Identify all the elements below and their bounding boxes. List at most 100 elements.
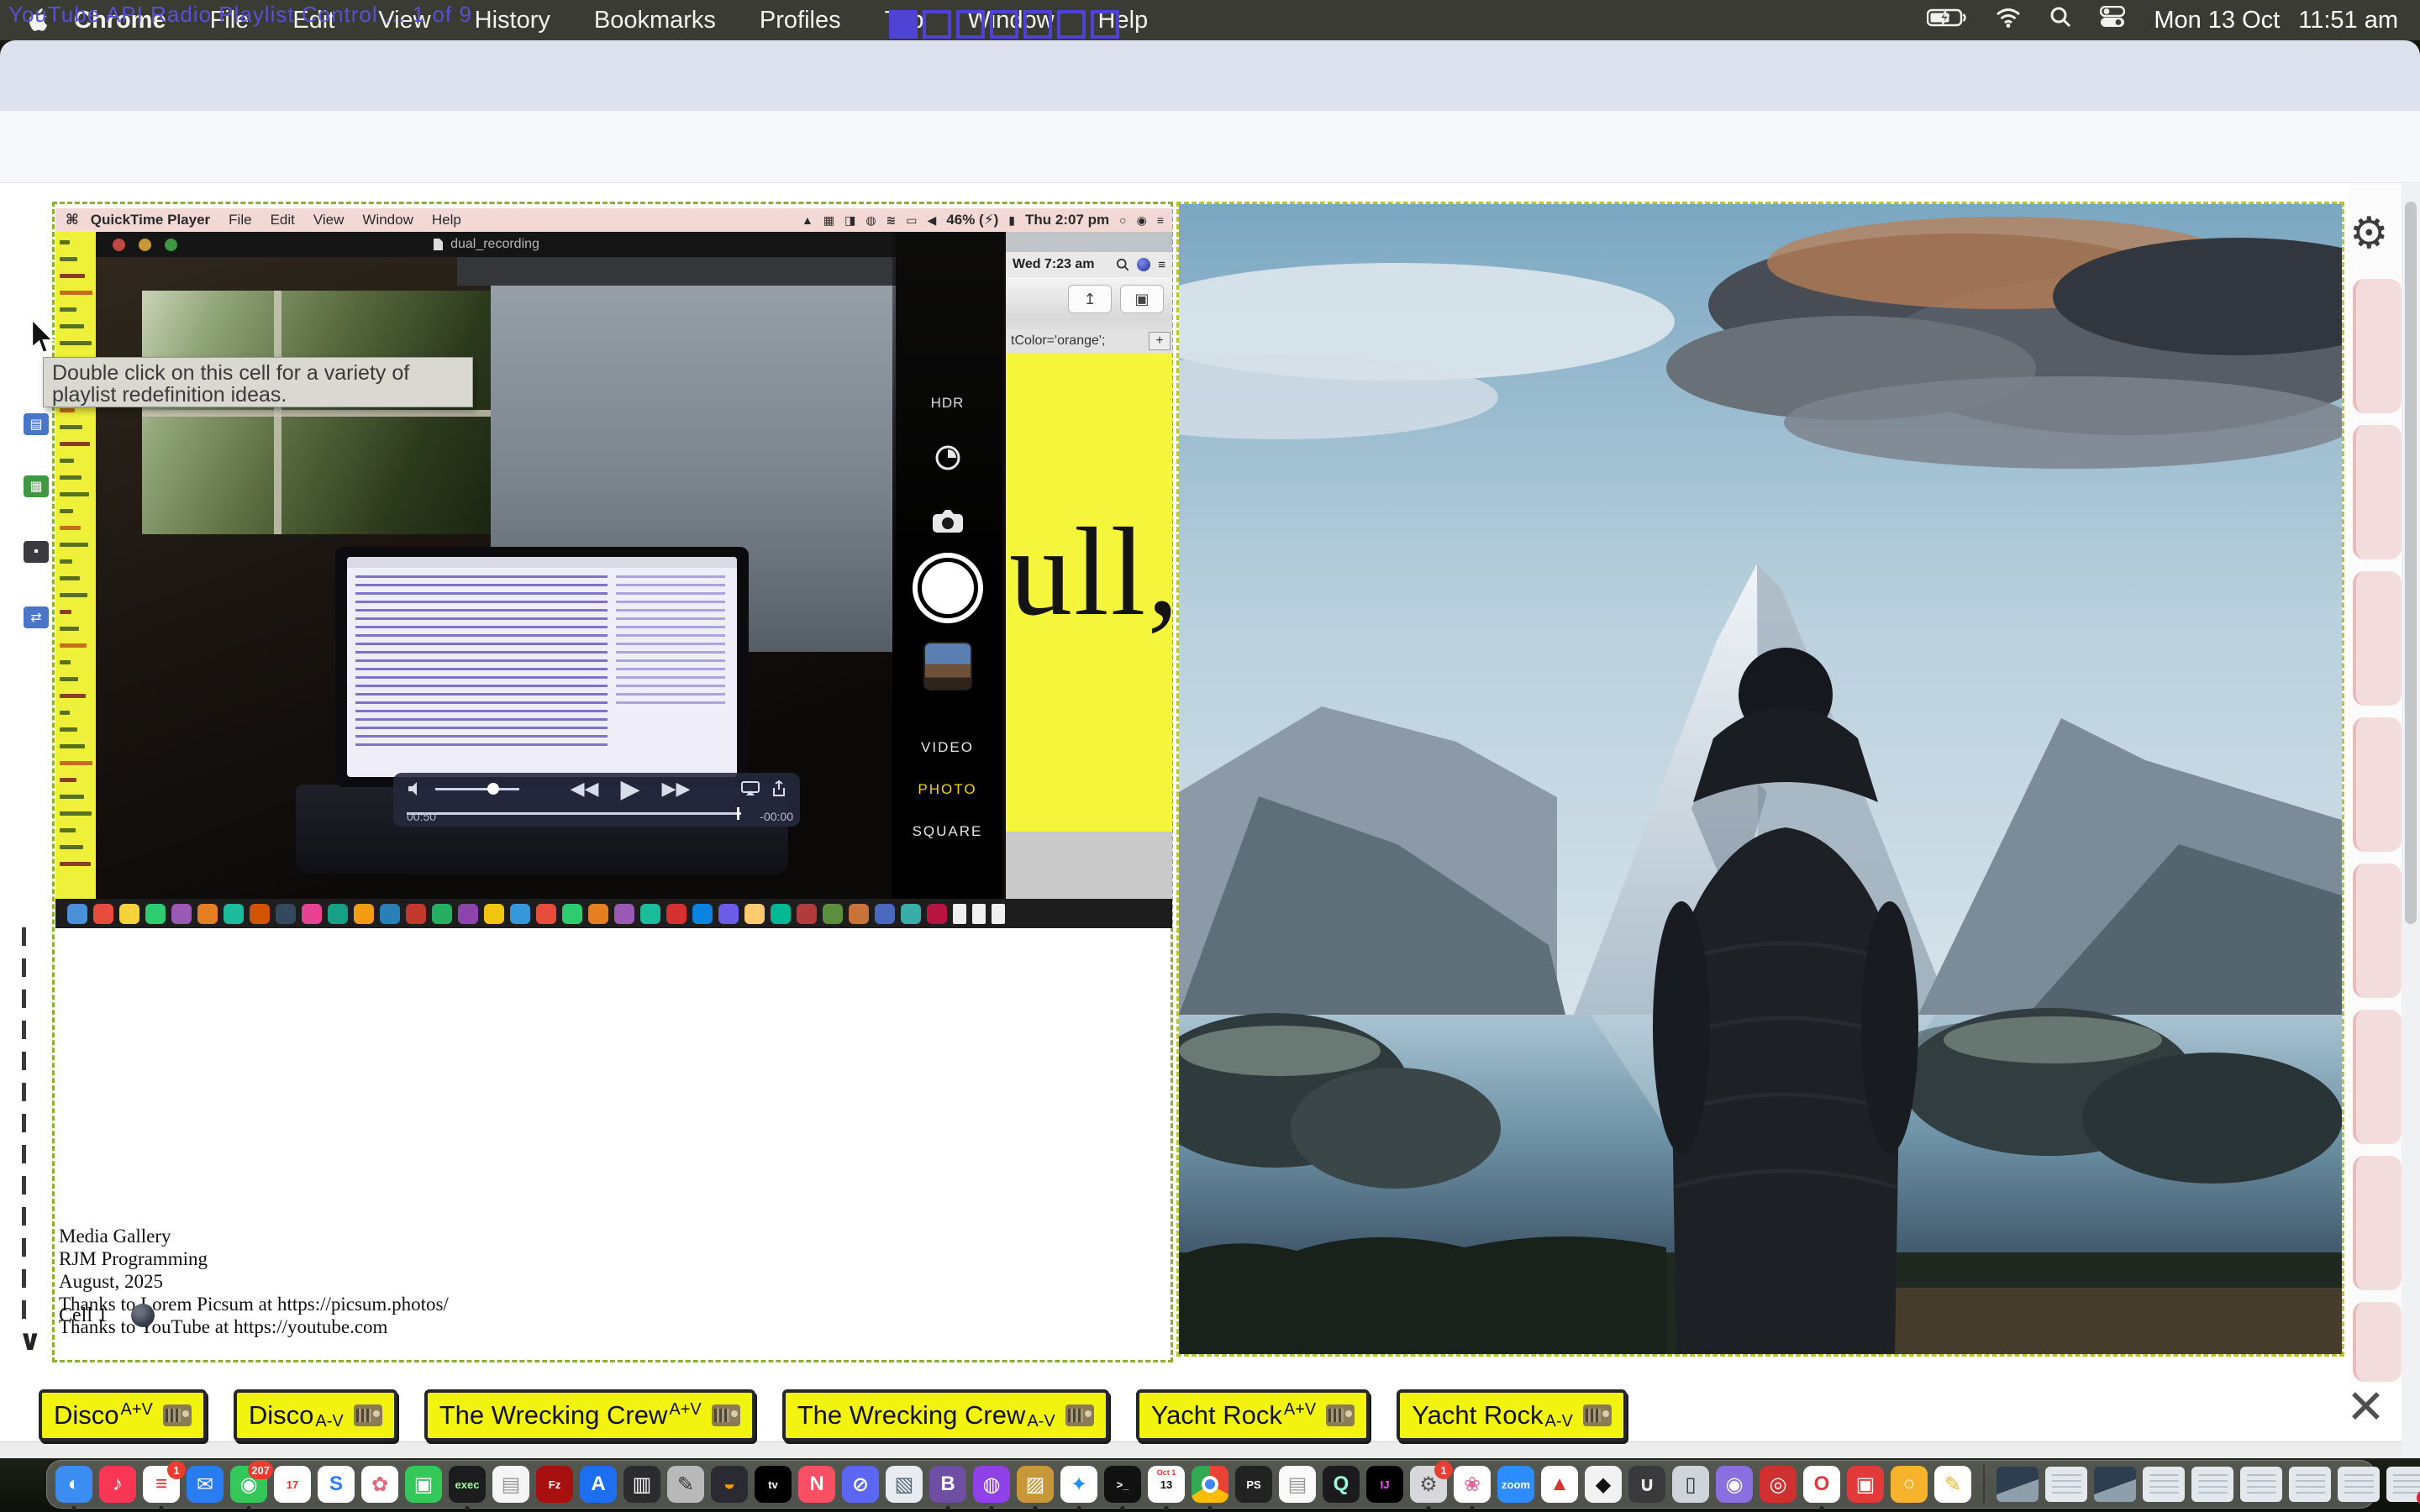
play-button[interactable]: ▶ [620,774,639,804]
dock-icon[interactable]: ♪ [99,1466,136,1503]
dock-icon[interactable]: ▥ [623,1466,660,1503]
wifi-icon[interactable] [1996,7,2021,34]
pink-list-item[interactable] [2353,1156,2402,1290]
dock-icon[interactable]: zoom [1497,1466,1534,1503]
pink-list-item[interactable] [2353,1302,2402,1382]
dock-icon[interactable]: ◍ [973,1466,1010,1503]
rewind-button[interactable]: ◀◀ [571,778,599,800]
dock-icon[interactable]: ✎ [667,1466,704,1503]
playlist-button-yacht-rock-a+v[interactable]: Yacht RockA+V [1136,1389,1370,1441]
dock-icon[interactable]: ▤ [492,1466,529,1503]
scrollbar-thumb[interactable] [2405,202,2417,924]
media-cell-2-photo[interactable] [1176,202,2344,1357]
dock-icon[interactable]: ▣ [405,1466,442,1503]
flip-camera-icon[interactable] [931,509,965,538]
dock-icon[interactable]: ▣ [1847,1466,1884,1503]
dock-icon[interactable]: ○ [1891,1466,1928,1503]
dock-icon[interactable]: N [798,1466,835,1503]
dock-icon[interactable]: ▧ [886,1466,923,1503]
last-photo-thumbnail[interactable] [923,642,972,690]
airplay-icon[interactable] [741,781,760,796]
dock-icon[interactable]: tv [755,1466,792,1503]
volume-icon[interactable] [407,780,424,797]
minimized-window-thumbnail[interactable] [2338,1467,2380,1502]
pink-list-item[interactable] [2353,1010,2402,1144]
dock-icon[interactable]: ▲ [1541,1466,1578,1503]
menu-bar-date[interactable]: Mon 13 Oct [2154,7,2280,34]
dock-icon[interactable]: Fz [536,1466,573,1503]
dock-icon[interactable]: 17 [274,1466,311,1503]
dock-icon[interactable]: ◎ [1760,1466,1797,1503]
dock-icon[interactable]: IJ [1366,1466,1403,1503]
moon-face-icon[interactable] [131,1304,155,1327]
dock-icon[interactable]: ◐ [55,1466,92,1503]
dock-icon[interactable]: >_ [1104,1466,1141,1503]
dock-icon[interactable]: ✦ [1060,1466,1097,1503]
search-icon[interactable] [2049,6,2071,34]
dock-icon[interactable]: ≡1 [143,1466,180,1503]
dock-icon[interactable]: ◉207 [230,1466,267,1503]
minimized-window-thumbnail[interactable] [1996,1467,2039,1502]
dock-icon[interactable]: O [1803,1466,1840,1503]
mode-video[interactable]: VIDEO [892,739,1002,756]
dock-icon[interactable]: ⊘ [842,1466,879,1503]
minimized-window-thumbnail[interactable] [2386,1467,2420,1502]
gear-icon[interactable]: ⚙ [2349,208,2389,259]
hdr-label[interactable]: HDR [892,395,1002,412]
dock-icon[interactable]: ◒ [711,1466,748,1503]
dock-icon[interactable] [1192,1466,1228,1503]
minimized-window-thumbnail[interactable] [2191,1467,2233,1502]
menu-bar-time[interactable]: 11:51 am [2298,7,2398,34]
dock-icon[interactable]: ∪ [1628,1466,1665,1503]
playlist-button-the-wrecking-crew-a+v[interactable]: The Wrecking CrewA+V [424,1389,755,1441]
pink-list-item[interactable] [2353,864,2402,998]
playhead[interactable] [737,807,739,820]
video-player-controls[interactable]: ◀◀ ▶ ▶▶ 00:50 -00:00 [393,773,800,827]
minimized-window-thumbnail[interactable] [2289,1467,2331,1502]
dock-icon[interactable]: ◆ [1585,1466,1622,1503]
dock-icon[interactable]: 13Oct 1 [1148,1466,1185,1503]
scrubber-track[interactable] [407,812,741,815]
playlist-button-disco-a+v[interactable]: DiscoA+V [39,1389,207,1441]
dock-icon[interactable]: S [318,1466,355,1503]
playlist-button-yacht-rock-a-v[interactable]: Yacht RockA-V [1397,1389,1627,1441]
dock-icon[interactable]: ✉ [187,1466,224,1503]
dock-icon[interactable]: ❀ [1454,1466,1491,1503]
dock-icon[interactable]: ▨ [1017,1466,1054,1503]
minimized-window-thumbnail[interactable] [2240,1467,2282,1502]
minimized-window-thumbnail[interactable] [2094,1467,2136,1502]
dock-icon[interactable]: A [580,1466,617,1503]
volume-slider[interactable] [435,788,519,790]
dock-icon[interactable]: PS [1235,1466,1272,1503]
menu-profiles[interactable]: Profiles [738,7,863,34]
dock-icon[interactable]: B [929,1466,966,1503]
mode-square[interactable]: SQUARE [892,823,1002,840]
pink-list-item[interactable] [2353,279,2402,413]
shutter-button[interactable] [913,553,983,623]
macos-dock[interactable]: ◐♪≡1✉◉20717S✿▣exec▤FzA▥✎◒tvN⊘▧B◍▨✦>_13Oc… [46,1460,2375,1509]
timer-icon[interactable] [934,444,962,476]
embedded-screen-recording[interactable]: ⌘QuickTime PlayerFileEditViewWindowHelp▲… [55,208,1172,928]
dock-icon[interactable]: exec [449,1466,486,1503]
dock-icon[interactable]: ⚙1 [1410,1466,1447,1503]
minimized-window-thumbnail[interactable] [2143,1467,2185,1502]
minimized-window-thumbnail[interactable] [2045,1467,2087,1502]
dock-icon[interactable]: ◉ [1716,1466,1753,1503]
share-icon[interactable] [771,780,786,797]
menu-bookmarks[interactable]: Bookmarks [572,7,738,34]
panel-close-icon[interactable]: ✕ [2346,1379,2386,1435]
dock-icon[interactable]: ✎ [1934,1466,1971,1503]
fast-forward-button[interactable]: ▶▶ [662,778,691,800]
playlist-button-disco-a-v[interactable]: DiscoA-V [234,1389,397,1441]
pink-list-item[interactable] [2353,571,2402,706]
dock-icon[interactable]: ▤ [1279,1466,1316,1503]
control-center-icon[interactable] [2100,6,2125,34]
pink-list-item[interactable] [2353,717,2402,852]
battery-icon[interactable] [1927,7,1967,34]
dock-icon[interactable]: Q [1323,1466,1360,1503]
mode-photo[interactable]: PHOTO [892,781,1002,798]
dock-icon[interactable]: ▯ [1672,1466,1709,1503]
pink-list-item[interactable] [2353,425,2402,559]
dock-icon[interactable]: ✿ [361,1466,398,1503]
playlist-button-the-wrecking-crew-a-v[interactable]: The Wrecking CrewA-V [782,1389,1109,1441]
